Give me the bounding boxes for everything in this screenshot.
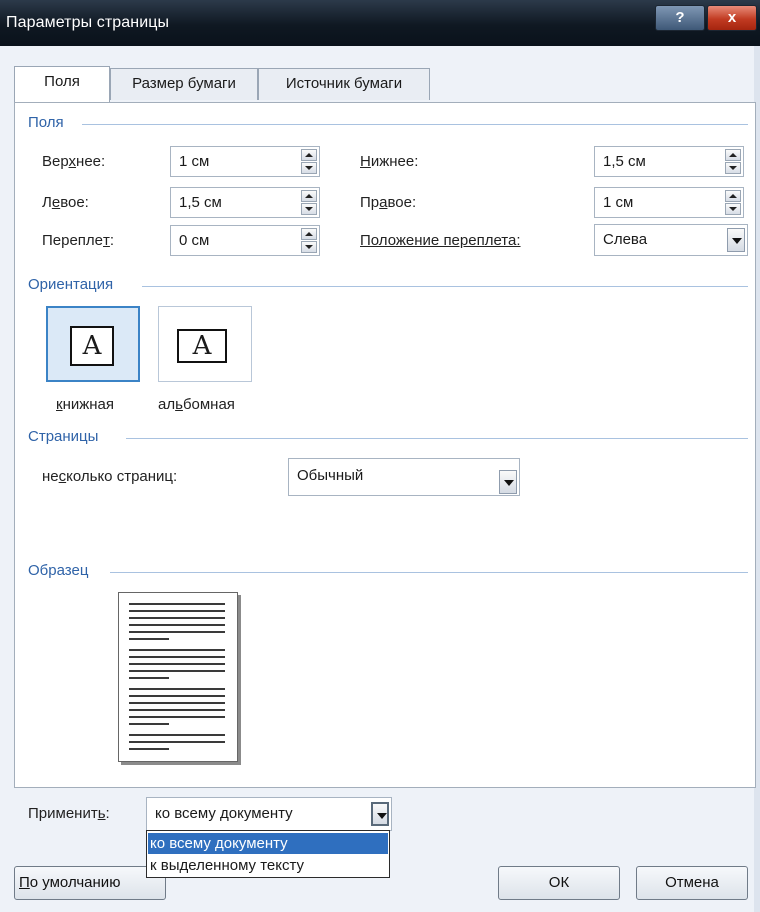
chevron-down-icon[interactable] <box>727 228 745 252</box>
multiple-pages-select[interactable]: Обычный <box>288 458 520 496</box>
bottom-margin-label: Нижнее: <box>360 153 419 170</box>
spin-down-icon[interactable] <box>725 203 741 215</box>
title-bar[interactable]: Параметры страницы ? x <box>0 0 760 46</box>
landscape-page-icon: A <box>177 329 227 363</box>
portrait-page-icon: A <box>70 326 114 366</box>
close-button[interactable]: x <box>707 5 757 31</box>
landscape-option[interactable]: A <box>158 306 252 382</box>
spin-down-icon[interactable] <box>301 241 317 253</box>
ok-button[interactable]: ОК <box>498 866 620 900</box>
section-rule <box>142 286 748 287</box>
chevron-down-icon[interactable] <box>499 470 517 494</box>
cancel-button[interactable]: Отмена <box>636 866 748 900</box>
right-margin-value: 1 см <box>603 194 634 211</box>
help-button[interactable]: ? <box>655 5 705 31</box>
spin-up-icon[interactable] <box>725 149 741 161</box>
gutter-position-label: Положение переплета: <box>360 232 521 249</box>
section-title-pages: Страницы <box>28 428 99 445</box>
bottom-margin-spinner[interactable]: 1,5 см <box>594 146 744 177</box>
apply-to-label: Применить: <box>28 805 110 822</box>
gutter-position-select[interactable]: Слева <box>594 224 748 256</box>
bottom-margin-value: 1,5 см <box>603 153 646 170</box>
apply-to-select[interactable]: ко всему документу <box>146 797 392 831</box>
section-rule <box>110 572 748 573</box>
multiple-pages-label: несколько страниц: <box>42 468 178 485</box>
section-title-margins: Поля <box>28 114 64 131</box>
top-margin-value: 1 см <box>179 153 210 170</box>
apply-to-dropdown-list: ко всему документу к выделенному тексту <box>146 830 390 878</box>
landscape-label: альбомная <box>158 396 235 413</box>
portrait-option[interactable]: A <box>46 306 140 382</box>
top-margin-spinner[interactable]: 1 см <box>170 146 320 177</box>
section-rule <box>126 438 748 439</box>
right-margin-spinner[interactable]: 1 см <box>594 187 744 218</box>
section-title-preview: Образец <box>28 562 89 579</box>
top-margin-label: Верхнее: <box>42 153 106 170</box>
dialog-title: Параметры страницы <box>6 14 170 31</box>
chevron-down-icon[interactable] <box>371 802 389 826</box>
right-margin-label: Правое: <box>360 194 417 211</box>
spin-up-icon[interactable] <box>301 228 317 240</box>
dropdown-option-whole-document[interactable]: ко всему документу <box>148 833 388 854</box>
apply-to-value: ко всему документу <box>155 805 293 822</box>
spin-up-icon[interactable] <box>301 190 317 202</box>
spin-down-icon[interactable] <box>725 162 741 174</box>
spin-up-icon[interactable] <box>725 190 741 202</box>
page-preview <box>118 592 238 762</box>
dropdown-option-selected-text[interactable]: к выделенному тексту <box>148 855 388 876</box>
set-default-button[interactable]: По умолчанию <box>14 866 166 900</box>
left-margin-spinner[interactable]: 1,5 см <box>170 187 320 218</box>
spin-up-icon[interactable] <box>301 149 317 161</box>
section-rule <box>82 124 748 125</box>
spin-down-icon[interactable] <box>301 162 317 174</box>
tab-margins[interactable]: Поля <box>14 66 110 102</box>
gutter-spinner[interactable]: 0 см <box>170 225 320 256</box>
tab-paper-size[interactable]: Размер бумаги <box>110 68 258 100</box>
portrait-label: книжная <box>56 396 115 413</box>
page-setup-dialog: Параметры страницы ? x Поля Размер бумаг… <box>0 0 760 912</box>
multiple-pages-value: Обычный <box>297 467 364 484</box>
section-title-orientation: Ориентация <box>28 276 114 293</box>
spin-down-icon[interactable] <box>301 203 317 215</box>
tab-paper-source[interactable]: Источник бумаги <box>258 68 430 100</box>
left-margin-value: 1,5 см <box>179 194 222 211</box>
gutter-label: Переплeт: <box>42 232 115 249</box>
left-margin-label: Левое: <box>42 194 89 211</box>
gutter-value: 0 см <box>179 232 210 249</box>
gutter-position-value: Слева <box>603 231 648 248</box>
